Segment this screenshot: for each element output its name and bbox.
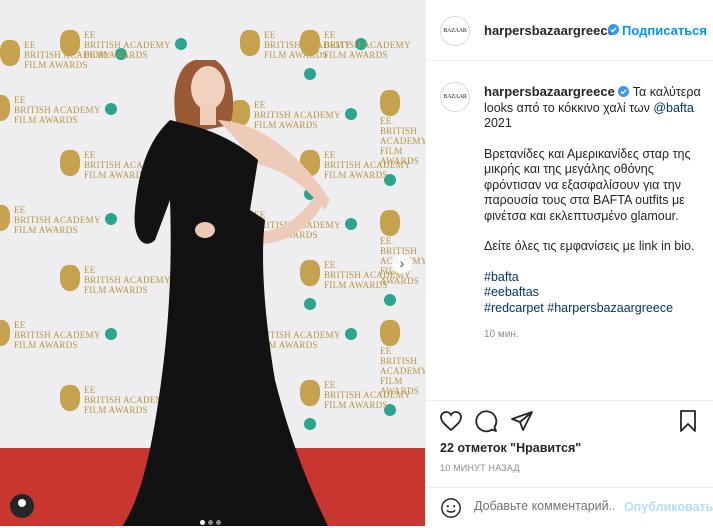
- bafta-line2: FILM AWARDS: [84, 50, 148, 60]
- bafta-line2: FILM AWARDS: [324, 50, 388, 60]
- bafta-mask-icon: [380, 210, 400, 236]
- caption-year: 2021: [484, 116, 512, 130]
- header-username[interactable]: harpersbazaargreece: [484, 23, 615, 38]
- bafta-line2: FILM AWARDS: [324, 170, 388, 180]
- bafta-mask-icon: [60, 265, 80, 291]
- post-caption: harpersbazaargreece Τα καλύτερα looks απ…: [484, 84, 710, 343]
- bafta-line2: FILM AWARDS: [14, 115, 78, 125]
- bafta-mask-icon: [380, 90, 400, 116]
- bafta-mask-icon: [60, 385, 80, 411]
- bafta-line1: BRITISH ACADEMY: [14, 215, 101, 225]
- verified-badge-icon: [618, 86, 630, 97]
- carousel-indicator: [200, 512, 224, 526]
- hashtag-line: #redcarpet #harpersbazaargreece: [484, 301, 673, 315]
- share-icon[interactable]: [510, 409, 534, 433]
- ee-logo-icon: [344, 108, 357, 120]
- bafta-mask-icon: [60, 30, 80, 56]
- bafta-line2: FILM AWARDS: [14, 340, 78, 350]
- bafta-ee-text: EE: [14, 320, 26, 330]
- follow-button[interactable]: Подписаться: [622, 23, 707, 38]
- comment-icon[interactable]: [474, 409, 498, 433]
- comment-input[interactable]: [474, 499, 614, 513]
- publish-button[interactable]: Опубликовать: [624, 500, 713, 514]
- bafta-ee-text: EE: [380, 116, 392, 126]
- caption-paragraph: Βρετανίδες και Αμερικανίδες σταρ της μικ…: [484, 146, 691, 223]
- bafta-line1: BRITISH ACADEMY: [14, 105, 101, 115]
- bafta-mask-icon: [60, 150, 80, 176]
- verified-badge-icon: [608, 24, 619, 35]
- carousel-dot: [208, 520, 213, 525]
- hashtag-link[interactable]: #redcarpet: [484, 301, 544, 315]
- woman-in-black-gown: [122, 60, 330, 526]
- hashtag-link[interactable]: #bafta: [484, 270, 710, 286]
- bafta-logo-text: EEBRITISH ACADEMYFILM AWARDS: [324, 150, 411, 180]
- caption-paragraph: Δείτε όλες τις εμφανίσεις με link in bio…: [484, 239, 695, 253]
- bafta-mask-icon: [0, 320, 10, 346]
- post-timestamp: 10 МИНУТ НАЗАД: [440, 463, 520, 473]
- bafta-ee-text: EE: [380, 346, 392, 356]
- bafta-ee-text: EE: [84, 30, 96, 40]
- bafta-line1: BRITISH ACADEMY: [380, 356, 425, 376]
- bafta-ee-text: EE: [324, 150, 336, 160]
- next-photo-button[interactable]: ›: [392, 254, 412, 274]
- heart-icon[interactable]: [439, 409, 463, 433]
- bafta-logo-text: EEBRITISH ACADEMYFILM AWARDS: [14, 205, 101, 235]
- bafta-ee-text: EE: [14, 95, 26, 105]
- emoji-icon[interactable]: [440, 497, 462, 519]
- bafta-mask-icon: [0, 95, 10, 121]
- ee-logo-icon: [174, 38, 187, 50]
- bafta-line2: FILM AWARDS: [324, 400, 388, 410]
- bafta-logo: EEBRITISH ACADEMYFILM AWARDS: [60, 30, 187, 60]
- bafta-line2: FILM AWARDS: [24, 60, 88, 70]
- carousel-dot: [200, 520, 205, 525]
- bafta-mask-icon: [0, 40, 20, 66]
- tagged-users-icon[interactable]: [10, 494, 34, 518]
- bafta-mask-icon: [380, 320, 400, 346]
- bafta-line2: FILM AWARDS: [324, 280, 388, 290]
- bafta-line1: BRITISH ACADEMY: [14, 330, 101, 340]
- bafta-logo-text: EEBRITISH ACADEMYFILM AWARDS: [14, 95, 101, 125]
- post-header: BAZAAR harpersbazaargreece Подписаться: [426, 0, 713, 61]
- post-actions: 22 отметок "Нравится" 10 МИНУТ НАЗАД Опу…: [426, 400, 713, 527]
- ee-logo-icon: [344, 328, 357, 340]
- hashtag-link[interactable]: #eebaftas: [484, 285, 710, 301]
- carousel-dot: [216, 520, 221, 525]
- ee-logo-icon: [344, 218, 357, 230]
- bafta-line1: BRITISH ACADEMY: [324, 40, 411, 50]
- bafta-line1: BRITISH ACADEMY: [324, 160, 411, 170]
- bafta-ee-text: EE: [380, 236, 392, 246]
- bafta-line1: BRITISH ACADEMY: [84, 40, 171, 50]
- bookmark-icon[interactable]: [676, 409, 700, 433]
- bafta-logo-text: EEBRITISH ACADEMYFILM AWARDS: [84, 30, 171, 60]
- hashtag-link[interactable]: #harpersbazaargreece: [547, 301, 673, 315]
- bafta-line1: BRITISH ACADEMY: [380, 126, 425, 146]
- bafta-logo-text: EEBRITISH ACADEMYFILM AWARDS: [324, 30, 411, 60]
- bafta-ee-text: EE: [324, 380, 336, 390]
- post-side-panel: BAZAAR harpersbazaargreece Подписаться B…: [425, 0, 713, 526]
- bafta-logo-text: EEBRITISH ACADEMYFILM AWARDS: [324, 380, 411, 410]
- mention-link[interactable]: @bafta: [653, 101, 694, 115]
- comment-bar: Опубликовать: [426, 487, 713, 528]
- bafta-mask-icon: [300, 30, 320, 56]
- bafta-ee-text: EE: [14, 205, 26, 215]
- bafta-mask-icon: [240, 30, 260, 56]
- likes-count[interactable]: 22 отметок "Нравится": [440, 441, 581, 455]
- caption-timestamp: 10 мин.: [484, 329, 519, 340]
- caption-username[interactable]: harpersbazaargreece: [484, 84, 615, 99]
- bafta-ee-text: EE: [324, 30, 336, 40]
- bafta-line2: FILM AWARDS: [14, 225, 78, 235]
- caption-avatar[interactable]: BAZAAR: [440, 82, 470, 112]
- bafta-logo-text: EEBRITISH ACADEMYFILM AWARDS: [14, 320, 101, 350]
- bafta-mask-icon: [0, 205, 10, 231]
- avatar[interactable]: BAZAAR: [440, 16, 470, 46]
- bafta-line1: BRITISH ACADEMY: [324, 390, 411, 400]
- post-photo[interactable]: EE BRITISH ACADEMY FILM AWARDS EE BRITISH AC…: [0, 0, 425, 526]
